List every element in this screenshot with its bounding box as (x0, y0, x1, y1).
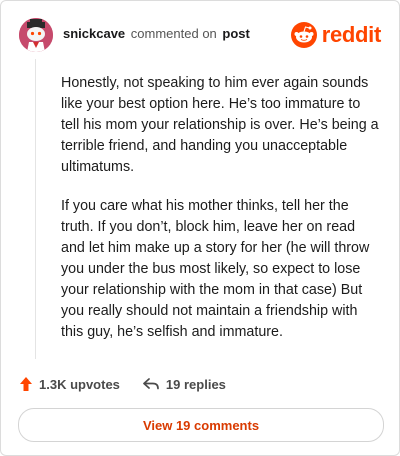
comment-card: snickcave commented on post reddit Hones… (0, 0, 400, 456)
reddit-brand[interactable]: reddit (290, 20, 382, 50)
avatar[interactable] (19, 18, 53, 52)
comment-body: Honestly, not speaking to him ever again… (61, 73, 379, 361)
upvote-button[interactable]: 1.3K upvotes (19, 376, 120, 392)
upvote-count: 1.3K upvotes (39, 376, 120, 392)
reddit-wordmark: reddit (321, 22, 382, 47)
comment-paragraph-2: If you care what his mother thinks, tell… (61, 198, 370, 340)
replies-button[interactable]: 19 replies (142, 377, 226, 392)
upvote-arrow-icon (20, 377, 32, 391)
comment-paragraph-1: Honestly, not speaking to him ever again… (61, 75, 379, 175)
reply-count: 19 replies (165, 376, 226, 392)
thread-line[interactable] (35, 59, 36, 359)
comment-header: snickcave commented on post reddit (19, 17, 381, 53)
snoo-avatar-icon (19, 18, 53, 52)
reddit-logo-icon (290, 22, 317, 48)
comment-actions: 1.3K upvotes 19 replies (19, 374, 226, 394)
post-link[interactable]: post (222, 26, 249, 41)
comment-action-text: commented on (130, 26, 217, 41)
author-username[interactable]: snickcave (63, 26, 125, 41)
view-comments-button[interactable]: View 19 comments (18, 408, 384, 442)
author-line: snickcave commented on post (63, 26, 250, 41)
reply-arrow-icon (143, 378, 159, 390)
